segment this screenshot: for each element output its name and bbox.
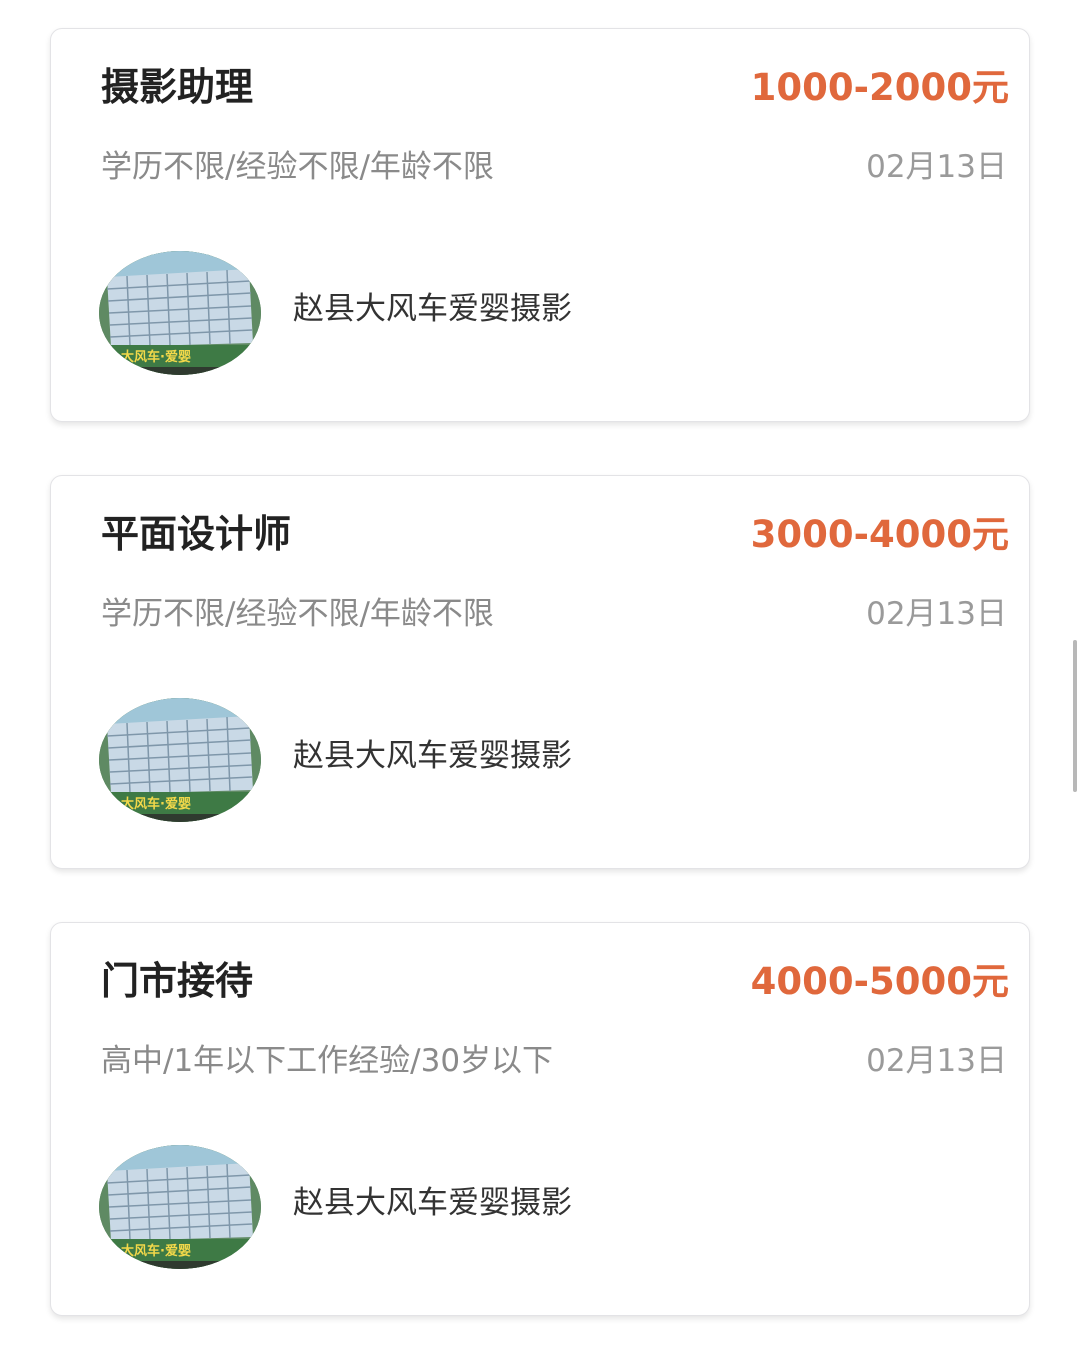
salary: 3000-4000元 [750, 513, 1009, 556]
company-logo[interactable]: 大风车·爱婴 [99, 251, 261, 375]
job-card[interactable]: 摄影助理 1000-2000元 学历不限/经验不限/年龄不限 02月13日 大风… [50, 28, 1030, 422]
job-title: 平面设计师 [101, 512, 292, 556]
job-requirements: 高中/1年以下工作经验/30岁以下 [101, 1043, 554, 1079]
svg-text:大风车·爱婴: 大风车·爱婴 [121, 349, 191, 365]
company-logo[interactable]: 大风车·爱婴 [99, 1145, 261, 1269]
job-requirements: 学历不限/经验不限/年龄不限 [101, 596, 494, 632]
company-logo[interactable]: 大风车·爱婴 [99, 698, 261, 822]
job-title: 摄影助理 [101, 65, 254, 109]
job-card[interactable]: 门市接待 4000-5000元 高中/1年以下工作经验/30岁以下 02月13日 [50, 922, 1030, 1316]
job-requirements: 学历不限/经验不限/年龄不限 [101, 149, 494, 185]
salary: 1000-2000元 [750, 66, 1009, 109]
post-date: 02月13日 [866, 596, 1007, 632]
company-name[interactable]: 赵县大风车爱婴摄影 [293, 289, 572, 329]
job-card[interactable]: 平面设计师 3000-4000元 学历不限/经验不限/年龄不限 02月13日 大… [50, 475, 1030, 869]
svg-text:大风车·爱婴: 大风车·爱婴 [121, 796, 191, 812]
scrollbar-thumb[interactable] [1073, 640, 1077, 792]
company-storefront-image: 大风车·爱婴 [99, 1145, 261, 1269]
salary: 4000-5000元 [750, 960, 1009, 1003]
post-date: 02月13日 [866, 1043, 1007, 1079]
company-name[interactable]: 赵县大风车爱婴摄影 [293, 1183, 572, 1223]
company-name[interactable]: 赵县大风车爱婴摄影 [293, 736, 572, 776]
job-title: 门市接待 [101, 959, 254, 1003]
svg-text:大风车·爱婴: 大风车·爱婴 [121, 1243, 191, 1259]
post-date: 02月13日 [866, 149, 1007, 185]
company-storefront-image: 大风车·爱婴 [99, 251, 261, 375]
job-list: 摄影助理 1000-2000元 学历不限/经验不限/年龄不限 02月13日 大风… [0, 0, 1080, 1360]
company-storefront-image: 大风车·爱婴 [99, 698, 261, 822]
